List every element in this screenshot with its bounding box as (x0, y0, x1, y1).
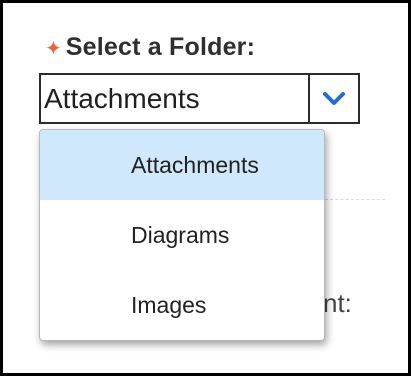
folder-select-toggle[interactable] (308, 75, 358, 122)
folder-dropdown-menu: Attachments Diagrams Images (39, 129, 325, 341)
field-label-row: ✦ Select a Folder: (45, 33, 255, 62)
option-diagrams[interactable]: Diagrams (40, 200, 324, 270)
folder-select-value: Attachments (44, 83, 200, 114)
required-icon: ✦ (45, 35, 62, 60)
option-images[interactable]: Images (40, 270, 324, 340)
background-divider (325, 199, 385, 200)
chevron-down-icon (323, 91, 345, 105)
background-field-label: nt: (323, 288, 352, 318)
folder-label: Select a Folder: (65, 33, 256, 61)
option-attachments[interactable]: Attachments (40, 130, 324, 200)
screenshot-frame: ✦ Select a Folder: Attachments nt: Attac… (0, 0, 411, 376)
folder-select[interactable]: Attachments (39, 73, 360, 124)
